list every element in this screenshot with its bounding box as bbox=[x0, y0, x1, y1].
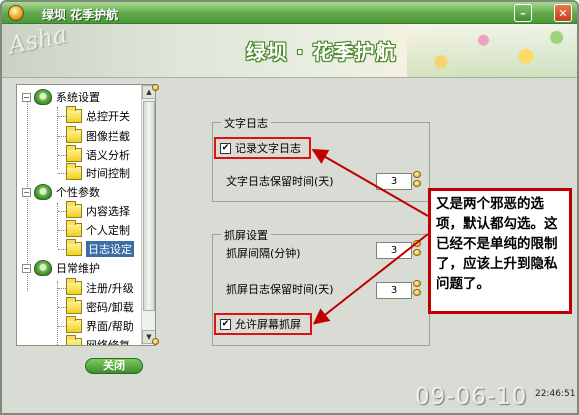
tree-scrollbar[interactable]: ▲ ▼ bbox=[141, 85, 155, 345]
spin-down-icon[interactable] bbox=[413, 180, 421, 187]
tree-group-system[interactable]: − 系统设置 bbox=[22, 88, 100, 106]
tree-item-register-upgrade[interactable]: 注册/升级 bbox=[66, 278, 134, 297]
scroll-thumb[interactable] bbox=[143, 101, 155, 311]
close-window-button[interactable]: ✕ bbox=[554, 4, 572, 22]
folder-icon bbox=[66, 145, 82, 162]
capture-retention-input[interactable]: 3 bbox=[376, 282, 412, 299]
tree-item-image-filter[interactable]: 图像拦截 bbox=[66, 126, 130, 145]
tree-group-maintenance[interactable]: − 日常维护 bbox=[22, 259, 100, 277]
tree-item-content-selection[interactable]: 内容选择 bbox=[66, 201, 130, 220]
allow-screen-capture-label: 允许屏幕抓屏 bbox=[235, 318, 301, 331]
shield-icon bbox=[34, 260, 52, 276]
collapse-icon[interactable]: − bbox=[22, 263, 31, 273]
tree-item-password-uninstall[interactable]: 密码/卸载 bbox=[66, 297, 134, 316]
tree-item-time-control[interactable]: 时间控制 bbox=[66, 163, 130, 182]
record-text-log-checkbox[interactable]: ✔ 记录文字日志 bbox=[214, 137, 311, 159]
screen-capture-title: 抓屏设置 bbox=[221, 227, 271, 243]
folder-icon bbox=[66, 220, 82, 237]
shield-icon bbox=[34, 184, 52, 200]
text-log-retention-spinner[interactable] bbox=[413, 171, 423, 188]
scroll-dot-icon bbox=[152, 84, 159, 91]
collapse-icon[interactable]: − bbox=[22, 92, 31, 102]
allow-screen-capture-checkbox[interactable]: ✔ 允许屏幕抓屏 bbox=[214, 313, 312, 335]
spin-down-icon[interactable] bbox=[413, 289, 421, 296]
capture-retention-spinner[interactable] bbox=[413, 280, 423, 297]
scroll-dot-icon bbox=[152, 338, 159, 345]
spin-up-icon[interactable] bbox=[413, 171, 421, 178]
annotation-callout: 又是两个邪恶的选项，默认都勾选。这已经不是单纯的限制了，应该上升到隐私问题了。 bbox=[428, 188, 572, 314]
banner: 绿坝 · 花季护航 bbox=[2, 24, 577, 78]
capture-retention-label: 抓屏日志保留时间(天) bbox=[226, 283, 334, 296]
shield-icon bbox=[34, 89, 52, 105]
folder-icon bbox=[66, 106, 82, 123]
capture-interval-input[interactable]: 3 bbox=[376, 242, 412, 259]
settings-tree[interactable]: − 系统设置 总控开关 图像拦截 语义分析 时间控制 − 个性参数 内容选择 个… bbox=[16, 84, 156, 346]
capture-interval-spinner[interactable] bbox=[413, 240, 423, 257]
tree-item-master-switch[interactable]: 总控开关 bbox=[66, 106, 130, 125]
record-text-log-label: 记录文字日志 bbox=[235, 142, 301, 155]
main-window: 绿坝 花季护航 – ✕ 绿坝 · 花季护航 Asha − 系统设置 总控开关 图… bbox=[0, 0, 579, 415]
folder-icon bbox=[66, 335, 82, 345]
close-button[interactable]: 关闭 bbox=[85, 358, 143, 374]
checkmark-icon[interactable]: ✔ bbox=[220, 318, 231, 330]
tree-group-personal[interactable]: − 个性参数 bbox=[22, 183, 100, 201]
tree-item-interface-help[interactable]: 界面/帮助 bbox=[66, 316, 134, 335]
date-watermark: 09-06-10 bbox=[415, 384, 528, 410]
spin-up-icon[interactable] bbox=[413, 240, 421, 247]
text-log-retention-input[interactable]: 3 bbox=[376, 173, 412, 190]
spin-up-icon[interactable] bbox=[413, 280, 421, 287]
open-folder-icon bbox=[66, 239, 82, 256]
text-log-title: 文字日志 bbox=[221, 115, 271, 131]
folder-icon bbox=[66, 201, 82, 218]
tree-item-network-repair[interactable]: 网络修复 bbox=[66, 335, 130, 345]
folder-icon bbox=[66, 278, 82, 295]
app-logo-icon bbox=[8, 5, 24, 21]
flower-decoration bbox=[407, 24, 577, 78]
minimize-button[interactable]: – bbox=[514, 4, 532, 22]
checkmark-icon[interactable]: ✔ bbox=[220, 142, 231, 154]
folder-icon bbox=[66, 126, 82, 143]
window-title: 绿坝 花季护航 bbox=[42, 8, 119, 22]
tree-item-semantic-analysis[interactable]: 语义分析 bbox=[66, 145, 130, 164]
text-log-retention-label: 文字日志保留时间(天) bbox=[226, 175, 334, 188]
tree-item-custom[interactable]: 个人定制 bbox=[66, 220, 130, 239]
tree-item-log-settings[interactable]: 日志设定 bbox=[66, 239, 134, 258]
title-bar[interactable]: 绿坝 花季护航 – ✕ bbox=[2, 2, 577, 24]
folder-icon bbox=[66, 163, 82, 180]
folder-icon bbox=[66, 316, 82, 333]
folder-icon bbox=[66, 297, 82, 314]
banner-logo-text: 绿坝 · 花季护航 bbox=[246, 40, 397, 64]
collapse-icon[interactable]: − bbox=[22, 187, 31, 197]
text-log-group: 文字日志 bbox=[212, 115, 430, 202]
capture-interval-label: 抓屏间隔(分钟) bbox=[226, 247, 301, 260]
status-time: 22:46:51 bbox=[535, 389, 576, 399]
spin-down-icon[interactable] bbox=[413, 249, 421, 256]
